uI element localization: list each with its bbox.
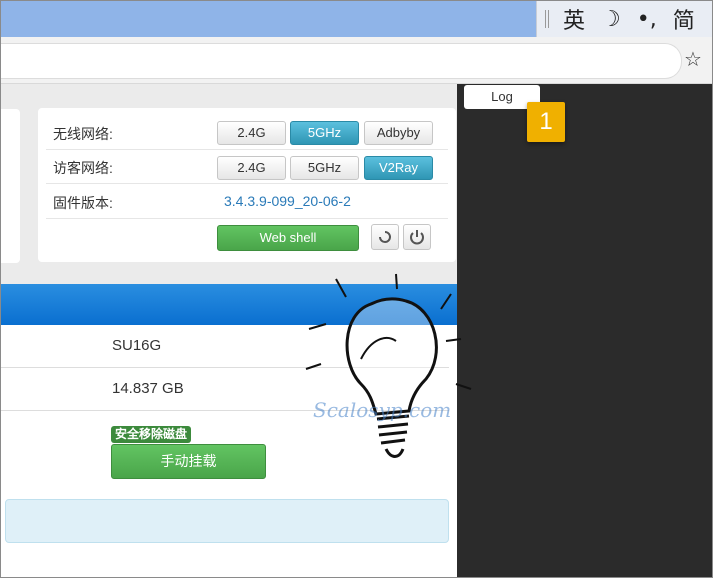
firmware-version-link[interactable]: 3.4.3.9-099_20-06-2 [224,193,351,209]
disk-name-value: SU16G [112,337,162,354]
info-notice [5,499,449,543]
ime-halfwidth-icon[interactable]: ☽ [601,7,621,32]
adbyby-button[interactable]: Adbyby [364,121,433,145]
status-card: 无线网络: 2.4G 5GHz Adbyby 访客网络: 2.4G 5GHz V… [38,108,456,262]
firmware-row: 固件版本: 3.4.3.9-099_20-06-2 [46,185,448,219]
router-page: 无线网络: 2.4G 5GHz Adbyby 访客网络: 2.4G 5GHz V… [1,84,712,577]
guest-row: 访客网络: 2.4G 5GHz V2Ray [46,150,448,184]
disk-size-value: 14.837 GB [112,380,184,397]
guest-2g-button[interactable]: 2.4G [217,156,286,180]
wireless-5g-button[interactable]: 5GHz [290,121,359,145]
disk-name-row: SU16G [1,325,449,368]
ime-punctuation-toggle[interactable]: •, [637,7,657,32]
safe-remove-badge[interactable]: 安全移除磁盘 [111,426,192,443]
address-input[interactable] [1,43,682,79]
refresh-button[interactable] [371,224,399,250]
refresh-icon [379,231,391,243]
v2ray-button[interactable]: V2Ray [364,156,433,180]
ime-language-toggle[interactable]: 英 [563,3,585,35]
ime-simplified-toggle[interactable]: 简 [673,3,695,35]
step-badge: 1 [527,102,565,142]
web-shell-button[interactable]: Web shell [217,225,359,251]
power-button[interactable] [403,224,431,250]
ime-grip-handle[interactable] [545,10,549,28]
disk-size-row: 14.837 GB [1,368,449,411]
manual-mount-button[interactable]: 手动挂载 [111,444,266,479]
wireless-row: 无线网络: 2.4G 5GHz Adbyby [46,116,448,150]
left-card-edge [1,109,20,263]
wireless-2g-button[interactable]: 2.4G [217,121,286,145]
wireless-label: 无线网络: [53,126,113,142]
guest-5g-button[interactable]: 5GHz [290,156,359,180]
browser-window: 英 ☽ •, 简 ☆ 无线网络: 2.4G 5GHz Adbyby 访客网络: … [0,0,713,578]
ime-toolbar: 英 ☽ •, 简 [536,1,712,37]
power-icon [410,230,424,245]
main-content: 无线网络: 2.4G 5GHz Adbyby 访客网络: 2.4G 5GHz V… [1,84,457,577]
disk-panel-header [1,284,457,325]
address-bar-area [1,37,712,84]
firmware-label: 固件版本: [53,195,113,211]
star-icon[interactable]: ☆ [684,47,702,71]
guest-label: 访客网络: [53,160,113,176]
